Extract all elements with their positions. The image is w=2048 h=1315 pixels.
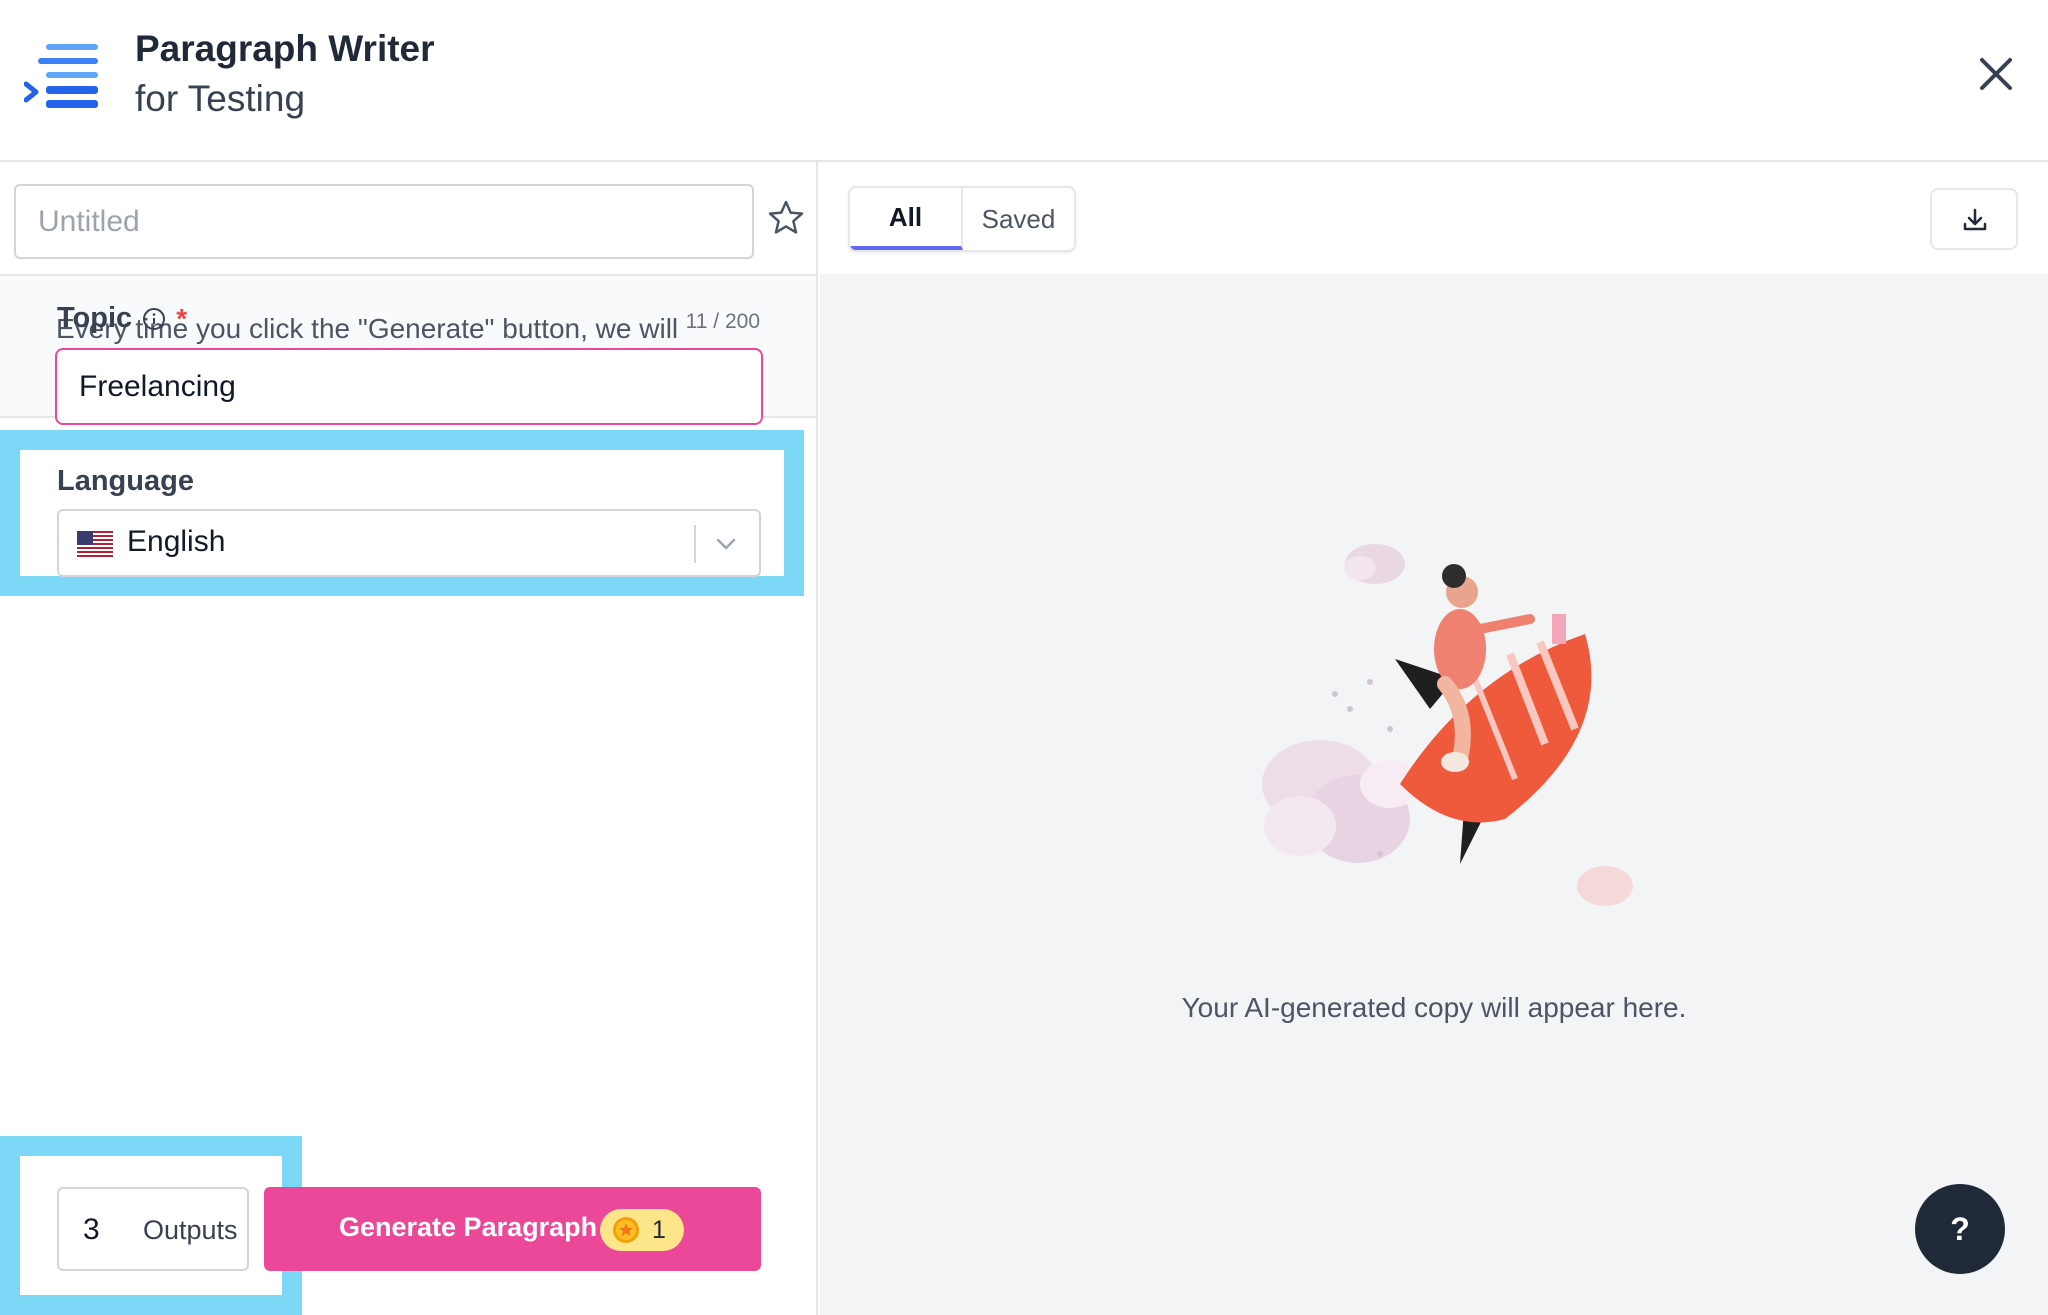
language-label: Language [57,465,194,497]
topic-label: Topic * [57,302,187,335]
info-icon[interactable] [142,307,166,331]
credit-badge: 1 [600,1209,684,1251]
coin-icon [613,1217,639,1243]
language-value: English [127,525,226,558]
us-flag-icon [77,531,113,557]
generate-button[interactable]: Generate Paragraph 1 [264,1187,761,1271]
outputs-stepper[interactable]: 3 Outputs [57,1187,249,1271]
document-title-input[interactable] [14,184,754,259]
results-toolbar: All Saved [820,162,2048,274]
generate-label: Generate Paragraph [339,1212,598,1242]
tab-all[interactable]: All [850,188,963,250]
topic-label-text: Topic [57,302,133,334]
rocket-illustration [1262,544,1633,906]
lines-chevron-icon [24,44,98,108]
star-icon[interactable] [766,198,806,238]
outputs-label: Outputs [143,1215,238,1245]
page-subtitle: for Testing [135,78,306,119]
select-divider [694,525,696,563]
help-button[interactable]: ? [1915,1184,2005,1274]
close-icon[interactable] [1972,50,2020,98]
required-mark: * [176,302,188,334]
outputs-count[interactable]: 3 [83,1213,100,1247]
app-header: Paragraph Writer for Testing [0,0,2048,162]
credit-count: 1 [652,1216,666,1244]
download-icon [1963,208,1987,231]
download-button[interactable] [1930,188,2018,250]
tab-saved[interactable]: Saved [963,188,1074,250]
char-count: 11 / 200 [685,310,760,333]
empty-state-text: Your AI-generated copy will appear here. [1181,992,1687,1023]
topic-input[interactable] [55,348,763,425]
chevron-down-icon[interactable] [713,533,739,555]
page-title: Paragraph Writer [135,28,435,69]
results-tabs: All Saved [848,186,1076,252]
language-select[interactable]: English [57,509,761,577]
results-panel: All Saved Your AI-generated copy will ap… [820,162,2048,1315]
